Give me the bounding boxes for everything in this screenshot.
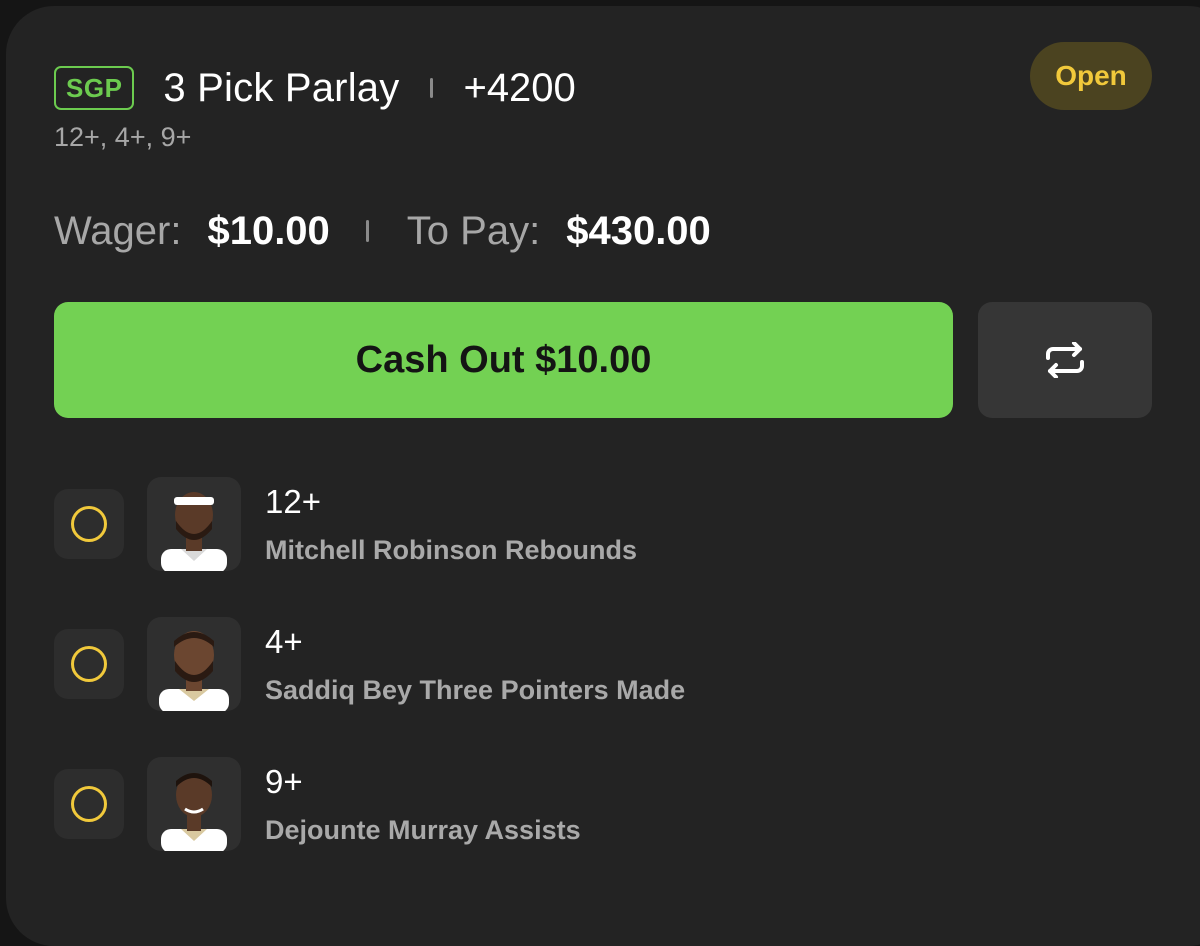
leg-description: Dejounte Murray Assists — [265, 815, 581, 845]
bet-odds: +4200 — [463, 65, 576, 110]
sgp-badge: SGP — [54, 66, 135, 110]
player-headshot-icon — [161, 492, 227, 571]
leg-description: Saddiq Bey Three Pointers Made — [265, 675, 686, 705]
to-pay-value: $430.00 — [566, 208, 711, 253]
player-headshot-icon — [161, 773, 227, 851]
bet-legs-summary: 12+, 4+, 9+ — [54, 122, 192, 152]
divider — [430, 78, 434, 98]
cash-out-button[interactable]: Cash Out $10.00 — [54, 302, 953, 418]
divider — [365, 220, 369, 242]
leg-item: 4+ Saddiq Bey Three Pointers Made — [54, 617, 1154, 711]
pending-circle-icon — [71, 646, 107, 682]
player-avatar — [147, 477, 241, 571]
wager-value: $10.00 — [207, 208, 330, 253]
wager-label: Wager: — [54, 208, 182, 253]
wager-summary: Wager: $10.00 To Pay: $430.00 — [54, 207, 711, 255]
to-pay-label: To Pay: — [406, 208, 541, 253]
leg-description: Mitchell Robinson Rebounds — [265, 535, 637, 565]
bet-title: 3 Pick Parlay — [163, 65, 400, 110]
player-avatar — [147, 757, 241, 851]
player-headshot-icon — [159, 631, 229, 711]
leg-status — [54, 629, 124, 699]
player-avatar — [147, 617, 241, 711]
leg-line: 9+ — [265, 763, 303, 800]
leg-line: 4+ — [265, 623, 303, 660]
pending-circle-icon — [71, 786, 107, 822]
leg-item: 9+ Dejounte Murray Assists — [54, 757, 1154, 851]
status-badge: Open — [1030, 42, 1152, 110]
leg-status — [54, 769, 124, 839]
bet-header: SGP 3 Pick Parlay +4200 — [54, 66, 576, 110]
repeat-icon — [1046, 342, 1084, 378]
pending-circle-icon — [71, 506, 107, 542]
leg-status — [54, 489, 124, 559]
leg-item: 12+ Mitchell Robinson Rebounds — [54, 477, 1154, 571]
leg-line: 12+ — [265, 483, 321, 520]
repeat-bet-button[interactable] — [978, 302, 1152, 418]
